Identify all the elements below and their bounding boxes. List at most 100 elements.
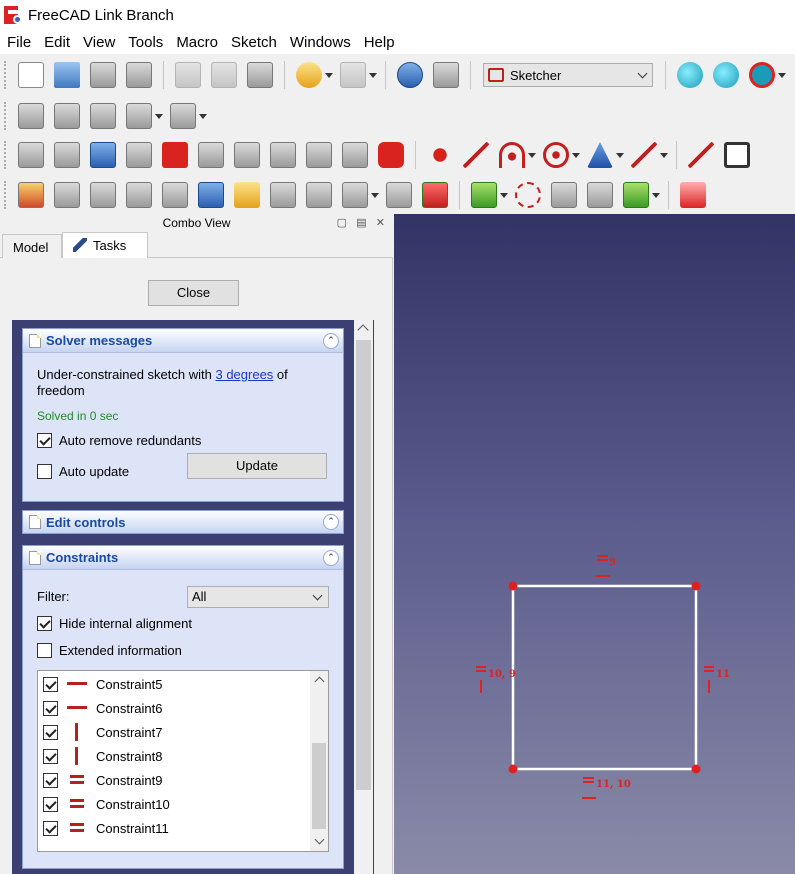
3d-view[interactable]: 9 10, 9 11 11, 10 [394, 214, 795, 874]
scroll-down-icon[interactable] [314, 834, 325, 845]
create-polyline-icon[interactable] [688, 142, 714, 168]
close-button[interactable]: Close [148, 280, 239, 306]
constrain-symmetric-icon[interactable] [342, 182, 368, 208]
select-elements-icon[interactable] [471, 182, 497, 208]
arc-dropdown-icon[interactable] [528, 152, 536, 158]
menu-sketch[interactable]: Sketch [226, 34, 282, 51]
list-item[interactable]: Constraint10 [38, 792, 308, 816]
menu-edit[interactable]: Edit [39, 34, 75, 51]
toggle-constraint-icon[interactable] [422, 182, 448, 208]
float-icon[interactable]: ▢ [337, 217, 347, 229]
open-document-icon[interactable] [54, 62, 80, 88]
fit-selection-icon[interactable] [713, 62, 739, 88]
undock-icon[interactable]: ▤ [356, 217, 366, 229]
validate-sketch-icon[interactable] [270, 142, 296, 168]
menu-file[interactable]: File [2, 34, 36, 51]
menu-windows[interactable]: Windows [285, 34, 356, 51]
create-bspline-icon[interactable] [631, 142, 657, 168]
new-document-icon[interactable] [18, 62, 44, 88]
cut-icon[interactable] [175, 62, 201, 88]
tab-model[interactable]: Model [2, 234, 62, 258]
tab-tasks[interactable]: Tasks [62, 232, 148, 258]
link-actions-dropdown-icon[interactable] [155, 113, 163, 119]
sketch-vertex[interactable] [691, 764, 701, 774]
checkbox-checked-icon[interactable] [43, 748, 58, 764]
scrollbar-thumb[interactable] [356, 340, 371, 790]
create-line-icon[interactable] [463, 142, 489, 168]
vertical-constraint-marker[interactable] [480, 680, 482, 693]
save-document-icon[interactable] [90, 62, 116, 88]
checkbox-unchecked-icon[interactable] [37, 464, 52, 479]
checkbox-checked-icon[interactable] [37, 616, 52, 631]
snap-icon[interactable] [587, 182, 613, 208]
filter-select[interactable]: All [187, 586, 329, 608]
checkbox-checked-icon[interactable] [43, 772, 58, 788]
update-button[interactable]: Update [187, 453, 327, 479]
sketch-vertex[interactable] [508, 581, 518, 591]
degrees-of-freedom-link[interactable]: 3 degrees [215, 367, 273, 382]
checkbox-checked-icon[interactable] [43, 676, 58, 692]
extended-information-checkbox[interactable]: Extended information [37, 643, 182, 658]
make-link-icon[interactable] [90, 103, 116, 129]
menu-help[interactable]: Help [359, 34, 400, 51]
list-item[interactable]: Constraint5 [38, 672, 308, 696]
create-point-icon[interactable] [427, 142, 453, 168]
list-item[interactable]: Constraint8 [38, 744, 308, 768]
scroll-up-icon[interactable] [314, 676, 325, 687]
edit-controls-header[interactable]: Edit controls ⌃ [23, 511, 343, 533]
create-group-icon[interactable] [54, 103, 80, 129]
constrain-coincident-icon[interactable] [54, 182, 80, 208]
draw-style-dropdown-icon[interactable] [778, 72, 786, 78]
map-sketch-icon[interactable] [198, 142, 224, 168]
view-section-icon[interactable] [162, 142, 188, 168]
equal-constraint-marker[interactable] [476, 666, 486, 668]
collapse-icon[interactable]: ⌃ [323, 332, 339, 349]
checkbox-checked-icon[interactable] [37, 433, 52, 448]
bspline-dropdown-icon[interactable] [660, 152, 668, 158]
reorient-sketch-icon[interactable] [234, 142, 260, 168]
view-sketch-icon[interactable] [126, 142, 152, 168]
merge-sketches-icon[interactable] [306, 142, 332, 168]
axis-cross-icon[interactable] [170, 103, 196, 129]
sketch-vertex[interactable] [691, 581, 701, 591]
create-conic-icon[interactable] [587, 142, 613, 168]
list-item[interactable]: Constraint9 [38, 768, 308, 792]
new-sketch-icon[interactable] [18, 142, 44, 168]
constraints-header[interactable]: Constraints ⌃ [23, 546, 343, 570]
create-arc-icon[interactable] [499, 142, 525, 168]
edit-sketch-icon[interactable] [54, 142, 80, 168]
conic-dropdown-icon[interactable] [616, 152, 624, 158]
toolbar-handle[interactable] [4, 181, 8, 209]
select-dropdown-icon[interactable] [500, 192, 508, 198]
paste-icon[interactable] [247, 62, 273, 88]
vertical-constraint-marker[interactable] [708, 680, 710, 693]
constrain-vertical-icon[interactable] [126, 182, 152, 208]
task-panel-scrollbar[interactable] [354, 320, 373, 874]
horizontal-constraint-marker[interactable] [596, 575, 610, 577]
constraint-list[interactable]: Constraint5 Constraint6 Constraint7 Cons… [37, 670, 329, 852]
equal-constraint-marker[interactable] [704, 666, 714, 668]
menu-macro[interactable]: Macro [171, 34, 223, 51]
redo-icon[interactable] [340, 62, 366, 88]
whats-this-icon[interactable] [433, 62, 459, 88]
link-actions-icon[interactable] [126, 103, 152, 129]
constraint-list-scrollbar[interactable] [310, 671, 328, 851]
undo-dropdown-icon[interactable] [325, 72, 333, 78]
toolbar-handle[interactable] [4, 102, 8, 130]
menu-tools[interactable]: Tools [123, 34, 168, 51]
constrain-parallel-icon[interactable] [198, 182, 224, 208]
checkbox-checked-icon[interactable] [43, 820, 58, 836]
solver-messages-header[interactable]: Solver messages ⌃ [23, 329, 343, 353]
sketch-rectangle[interactable] [511, 584, 698, 771]
create-rectangle-icon[interactable] [724, 142, 750, 168]
menu-view[interactable]: View [78, 34, 120, 51]
checkbox-checked-icon[interactable] [43, 700, 58, 716]
render-dropdown-icon[interactable] [652, 192, 660, 198]
grid-icon[interactable] [551, 182, 577, 208]
redo-dropdown-icon[interactable] [369, 72, 377, 78]
fit-all-icon[interactable] [677, 62, 703, 88]
auto-update-checkbox[interactable]: Auto update [37, 464, 129, 479]
constrain-tangent-icon[interactable] [270, 182, 296, 208]
sketch-vertex[interactable] [508, 764, 518, 774]
print-icon[interactable] [126, 62, 152, 88]
